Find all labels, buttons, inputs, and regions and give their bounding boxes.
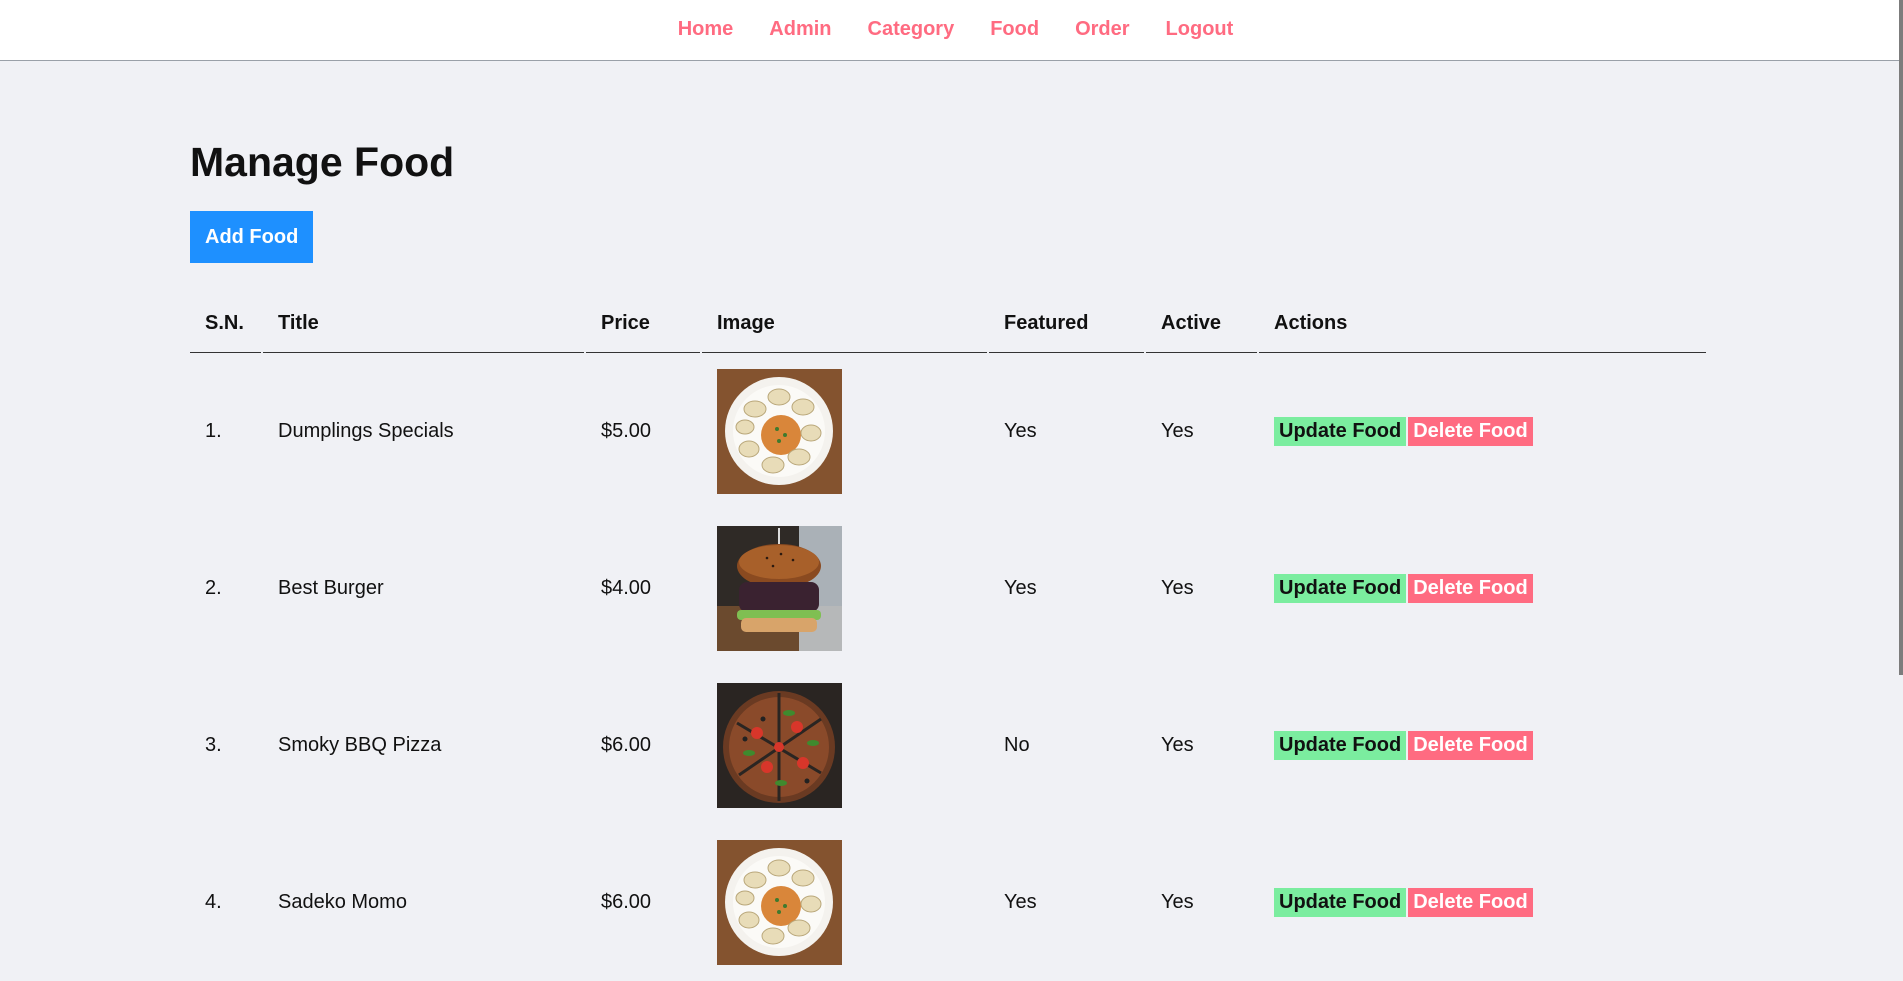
row-sn: 1. — [205, 420, 222, 442]
header-sn: S.N. — [190, 295, 261, 353]
row-title: Best Burger — [278, 577, 384, 599]
nav-menu: Home Admin Category Food Order Logout — [652, 18, 1252, 41]
update-food-button[interactable]: Update Food — [1274, 731, 1407, 760]
nav-logout-link[interactable]: Logout — [1166, 18, 1234, 41]
row-title: Sadeko Momo — [278, 891, 407, 913]
header-active: Active — [1146, 295, 1257, 353]
row-title: Smoky BBQ Pizza — [278, 734, 442, 756]
add-food-button[interactable]: Add Food — [190, 211, 314, 263]
page-title: Manage Food — [190, 139, 455, 185]
add-button-row: Add Food — [190, 186, 1710, 263]
delete-food-button[interactable]: Delete Food — [1408, 574, 1533, 603]
header-image: Image — [702, 295, 987, 353]
update-food-button[interactable]: Update Food — [1274, 417, 1407, 446]
row-featured: Yes — [1004, 891, 1037, 913]
header-title: Title — [263, 295, 584, 353]
row-actions: Update Food Delete Food — [1259, 667, 1706, 824]
dumplings-image — [717, 369, 842, 494]
delete-food-button[interactable]: Delete Food — [1408, 417, 1533, 446]
row-price: $5.00 — [601, 420, 652, 442]
dumplings-image — [717, 840, 842, 965]
header-featured: Featured — [989, 295, 1144, 353]
main-content: Manage Food Add Food S.N. Title Price Im… — [190, 61, 1710, 981]
table-row: 1. Dumplings Specials $5.00 Yes Yes Upda… — [190, 353, 1706, 510]
row-active: Yes — [1161, 734, 1194, 756]
row-active: Yes — [1161, 577, 1194, 599]
burger-image — [717, 526, 842, 651]
food-table: S.N. Title Price Image Featured Active A… — [188, 295, 1708, 981]
row-sn: 2. — [205, 577, 222, 599]
row-image-cell — [702, 667, 987, 824]
update-food-button[interactable]: Update Food — [1274, 574, 1407, 603]
top-navigation: Home Admin Category Food Order Logout — [0, 0, 1903, 61]
row-actions: Update Food Delete Food — [1259, 353, 1706, 510]
nav-food-link[interactable]: Food — [990, 18, 1039, 41]
row-featured: Yes — [1004, 420, 1037, 442]
row-sn: 3. — [205, 734, 222, 756]
row-actions: Update Food Delete Food — [1259, 510, 1706, 667]
header-actions: Actions — [1259, 295, 1706, 353]
row-active: Yes — [1161, 891, 1194, 913]
header-price: Price — [586, 295, 700, 353]
nav-home-link[interactable]: Home — [678, 18, 734, 41]
nav-order-link[interactable]: Order — [1075, 18, 1129, 41]
table-row: 4. Sadeko Momo $6.00 Yes Yes Update Food… — [190, 824, 1706, 981]
row-sn: 4. — [205, 891, 222, 913]
delete-food-button[interactable]: Delete Food — [1408, 888, 1533, 917]
table-row: 2. Best Burger $4.00 Yes Yes Update Food… — [190, 510, 1706, 667]
nav-admin-link[interactable]: Admin — [769, 18, 831, 41]
row-price: $4.00 — [601, 577, 652, 599]
row-featured: Yes — [1004, 577, 1037, 599]
row-image-cell — [702, 353, 987, 510]
row-title: Dumplings Specials — [278, 420, 454, 442]
delete-food-button[interactable]: Delete Food — [1408, 731, 1533, 760]
table-header-row: S.N. Title Price Image Featured Active A… — [190, 295, 1706, 353]
scrollbar[interactable] — [1899, 0, 1903, 928]
table-row: 3. Smoky BBQ Pizza $6.00 No Yes Update F… — [190, 667, 1706, 824]
scrollbar-thumb[interactable] — [1899, 0, 1903, 675]
row-featured: No — [1004, 734, 1030, 756]
row-actions: Update Food Delete Food — [1259, 824, 1706, 981]
update-food-button[interactable]: Update Food — [1274, 888, 1407, 917]
row-active: Yes — [1161, 420, 1194, 442]
row-image-cell — [702, 510, 987, 667]
row-price: $6.00 — [601, 891, 652, 913]
nav-category-link[interactable]: Category — [868, 18, 955, 41]
pizza-image — [717, 683, 842, 808]
row-image-cell — [702, 824, 987, 981]
row-price: $6.00 — [601, 734, 652, 756]
